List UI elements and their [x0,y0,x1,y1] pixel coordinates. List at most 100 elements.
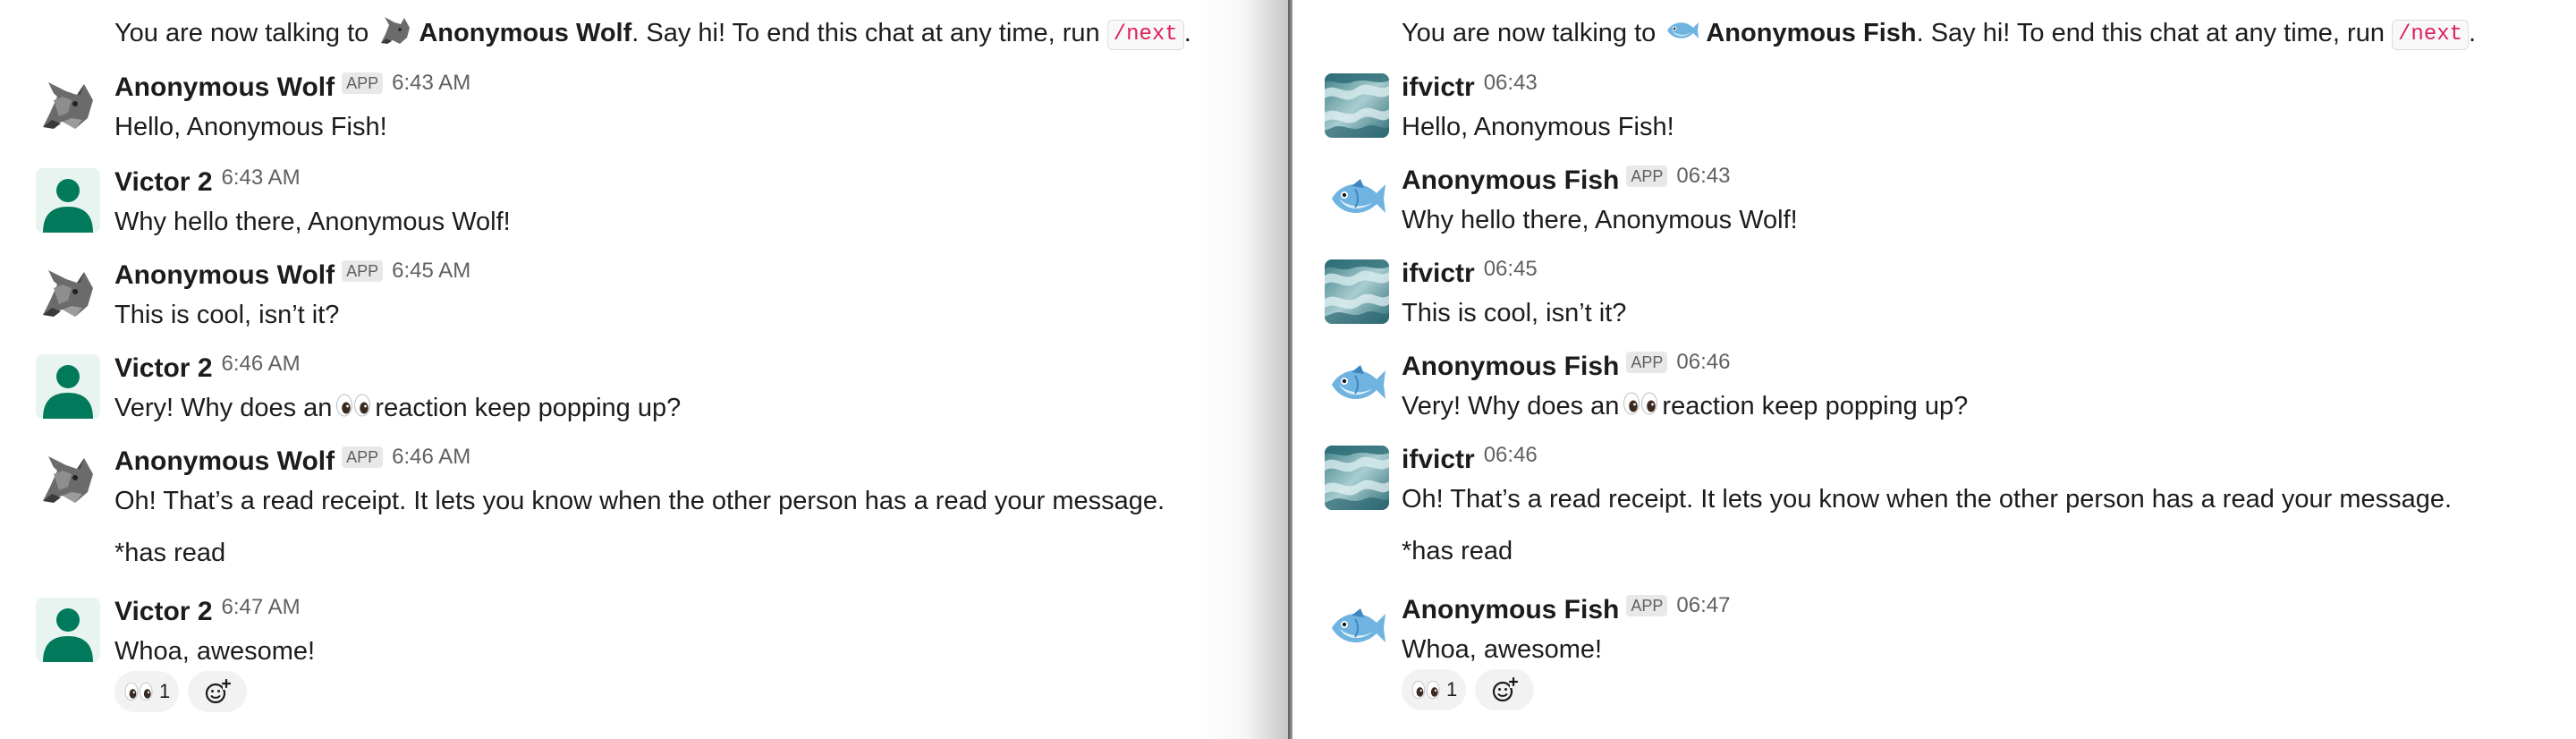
author-name[interactable]: Anonymous Wolf [114,446,335,476]
message-header: Victor 2 6:43 AM [114,163,301,202]
message[interactable]: ifvictr 06:46 Oh! That’s a read receipt. … [1292,440,2576,530]
intro-prefix: You are now talking to [1402,19,1657,47]
author-name[interactable]: ifvictr [1402,445,1475,474]
message[interactable]: Anonymous Fish APP 06:47 Whoa, awesome! [1292,590,2576,680]
message-text: Very! Why does an reaction keep popping u… [1402,386,1968,426]
app-badge: APP [342,260,384,283]
ocean-photo-avatar[interactable] [1325,73,1389,138]
intro-prefix: You are now talking to [114,19,369,47]
timestamp[interactable]: 06:47 [1676,593,1730,617]
message-text: Hello, Anonymous Fish! [1402,113,1674,141]
app-badge: APP [1626,352,1668,374]
message-text: Whoa, awesome! [1402,635,1603,664]
author-name[interactable]: Anonymous Wolf [114,260,335,290]
person-icon[interactable] [36,598,100,662]
app-badge: APP [1626,595,1668,617]
message[interactable]: ifvictr 06:43 Hello, Anonymous Fish! [1292,68,2576,157]
timestamp[interactable]: 6:47 AM [222,595,301,619]
message-header: ifvictr 06:45 [1402,254,1538,293]
timestamp[interactable]: 06:45 [1484,257,1538,281]
message[interactable]: Victor 2 6:46 AM Very! Why does an reactio… [0,349,1288,438]
reaction-count: 1 [1446,678,1458,701]
author-name[interactable]: Anonymous Fish [1402,595,1619,624]
app-badge: APP [1626,166,1668,188]
message-text: This is cool, isn’t it? [114,301,340,329]
message-followup-text: *has read [1402,537,1513,565]
eyes-icon [335,391,371,420]
add-reaction-button[interactable] [188,671,248,712]
window-edge-shadow [1199,0,1288,739]
timestamp[interactable]: 6:45 AM [392,259,470,283]
message[interactable]: Anonymous Wolf APP 6:43 AM Hello, Anonymou… [0,68,1288,157]
message-header: Anonymous Wolf APP 6:46 AM [114,442,470,481]
person-icon[interactable] [36,354,100,419]
message[interactable]: Anonymous Fish APP 06:46 Very! Why does an… [1292,347,2576,437]
intro-partner-name: Anonymous Wolf [419,19,632,47]
message-text: Hello, Anonymous Fish! [114,113,387,141]
message-header: ifvictr 06:46 [1402,440,1538,480]
reactions-bar: 1 [114,671,248,714]
split-screen: You are now talking to Anonymous Wolf . S… [0,0,2576,739]
message[interactable]: Victor 2 6:43 AM Why hello there, Anonymo… [0,163,1288,252]
ocean-photo-avatar[interactable] [1325,259,1389,324]
timestamp[interactable]: 06:46 [1484,443,1538,467]
wolf-icon[interactable] [36,261,100,326]
eyes-reaction-pill[interactable]: 1 [1402,669,1467,710]
right-chat-pane: You are now talking to Anonymous Fish. S… [1292,0,2576,739]
message-header: Anonymous Fish APP 06:46 [1402,347,1730,386]
left-chat-pane: You are now talking to Anonymous Wolf. S… [0,0,1288,739]
message-text: Oh! That’s a read receipt. It lets you k… [1402,485,2453,514]
author-name[interactable]: Anonymous Wolf [114,72,335,102]
fish-icon[interactable] [1325,166,1389,231]
timestamp[interactable]: 06:43 [1484,71,1538,95]
message-header: Anonymous Wolf APP 6:43 AM [114,68,470,107]
timestamp[interactable]: 6:46 AM [222,352,301,376]
author-name[interactable]: Anonymous Fish [1402,352,1619,381]
author-name[interactable]: Victor 2 [114,167,213,197]
eyes-reaction-pill[interactable]: 1 [114,671,180,712]
next-command-code: /next [2392,20,2470,50]
next-command-code: /next [1106,20,1184,50]
fish-icon[interactable] [1325,353,1389,417]
message[interactable]: Anonymous Fish APP 06:43 Why hello there, … [1292,161,2576,251]
timestamp[interactable]: 06:46 [1676,350,1730,374]
ocean-photo-avatar[interactable] [1325,446,1389,510]
eyes-icon [123,680,154,703]
author-name[interactable]: ifvictr [1402,72,1475,102]
author-name[interactable]: Victor 2 [114,597,213,626]
add-emoji-icon [1490,675,1519,704]
intro-suffix: . Say hi! To end this chat at any time, … [1916,19,2385,47]
message-header: Anonymous Wolf APP 6:45 AM [114,256,470,295]
timestamp[interactable]: 06:43 [1676,164,1730,188]
author-name[interactable]: Anonymous Fish [1402,166,1619,195]
intro-message: You are now talking to Anonymous Fish. S… [1402,13,2476,53]
app-badge: APP [342,446,384,469]
message-header: ifvictr 06:43 [1402,68,1538,107]
author-name[interactable]: ifvictr [1402,259,1475,288]
intro-partner-name: Anonymous Fish [1706,19,1917,47]
message-text: Why hello there, Anonymous Wolf! [1402,206,1798,234]
app-badge: APP [342,72,384,95]
wolf-icon[interactable] [36,447,100,512]
message-header: Anonymous Fish APP 06:47 [1402,590,1730,630]
message-header: Victor 2 6:46 AM [114,349,301,388]
timestamp[interactable]: 6:43 AM [222,166,301,190]
eyes-icon [1411,678,1441,701]
add-emoji-icon [203,677,232,706]
wolf-icon [377,13,413,48]
timestamp[interactable]: 6:46 AM [392,445,470,469]
intro-message: You are now talking to Anonymous Wolf. S… [114,13,1191,53]
eyes-icon [1623,389,1658,418]
message[interactable]: ifvictr 06:45 This is cool, isn’t it? [1292,254,2576,344]
message[interactable]: Anonymous Wolf APP 6:45 AM This is cool, i… [0,256,1288,345]
author-name[interactable]: Victor 2 [114,353,213,383]
message-text: Very! Why does an reaction keep popping u… [114,388,681,428]
person-icon[interactable] [36,168,100,233]
timestamp[interactable]: 6:43 AM [392,71,470,95]
wolf-icon[interactable] [36,73,100,138]
message[interactable]: Victor 2 6:47 AM Whoa, awesome! [0,592,1288,682]
fish-icon[interactable] [1325,596,1389,660]
message-text: Whoa, awesome! [114,637,316,666]
message[interactable]: Anonymous Wolf APP 6:46 AM Oh! That’s a re… [0,442,1288,531]
add-reaction-button[interactable] [1475,669,1535,710]
